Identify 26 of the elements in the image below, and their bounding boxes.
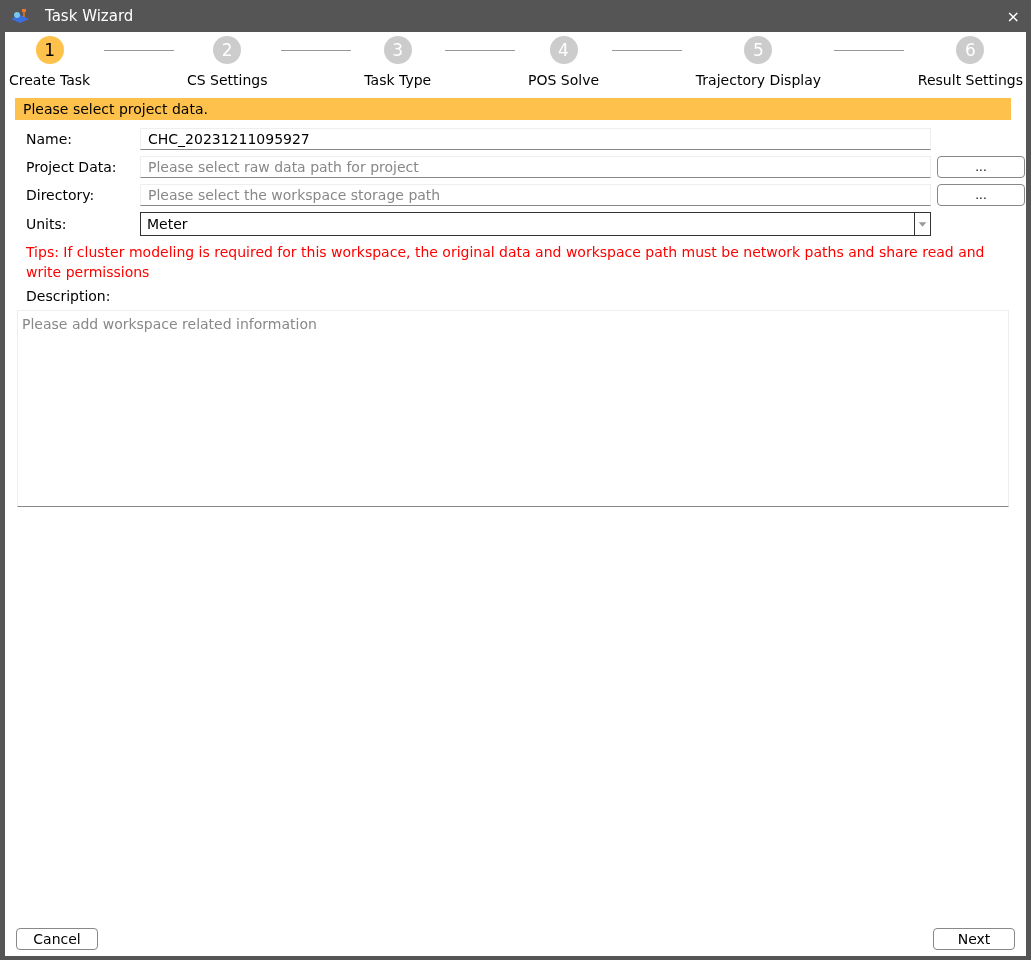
step-label: Task Type — [364, 72, 432, 88]
step-label: POS Solve — [528, 72, 600, 88]
description-label: Description: — [25, 287, 112, 304]
units-dropdown[interactable]: Meter — [140, 212, 931, 236]
step-label: Trajectory Display — [695, 72, 822, 88]
next-button[interactable]: Next — [933, 928, 1015, 950]
path-field[interactable]: Please select the workspace storage path — [140, 184, 931, 206]
name-field[interactable]: CHC_20231211095927 — [140, 128, 931, 150]
field-label: Project Data: — [26, 159, 118, 175]
field-label: Units: — [26, 216, 68, 232]
browse-button[interactable]: ... — [937, 184, 1025, 206]
browse-button[interactable]: ... — [937, 156, 1025, 178]
step-label: Result Settings — [917, 72, 1023, 88]
app-logo-icon — [9, 7, 31, 25]
field-label: Directory: — [26, 187, 96, 203]
cancel-button[interactable]: Cancel — [16, 928, 98, 950]
step-label: CS Settings — [187, 72, 268, 88]
tips-text: Tips: If cluster modeling is required for this workspace, the original data and workspace path must be network paths and share read and write permissions — [25, 243, 986, 282]
window-title: Task Wizard — [45, 7, 135, 25]
field-label: Name: — [26, 131, 74, 147]
step-label: Create Task — [9, 72, 91, 88]
close-button[interactable]: × — [1006, 6, 1020, 26]
step-number: 1 — [35, 36, 64, 64]
description-field[interactable]: Please add workspace related information — [17, 310, 1009, 507]
info-banner: Please select project data. — [15, 98, 1011, 120]
path-field[interactable]: Please select raw data path for project — [140, 156, 931, 178]
